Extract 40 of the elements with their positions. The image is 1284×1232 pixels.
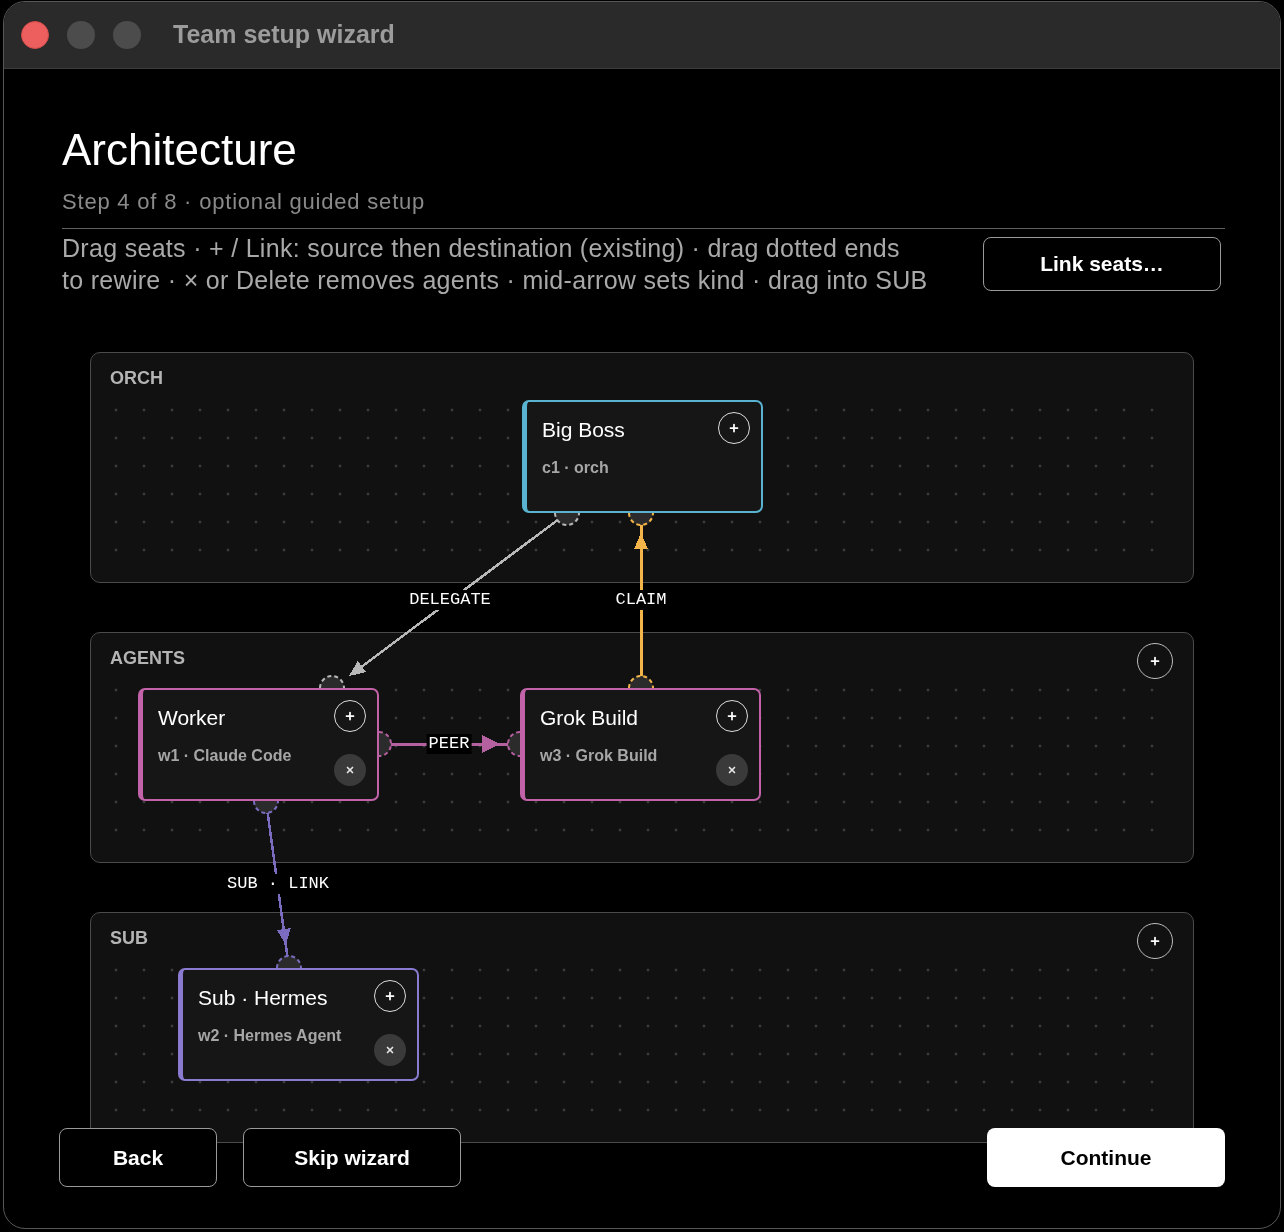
lane-label: ORCH — [110, 367, 163, 389]
seat-card[interactable]: Sub · Hermes w2 · Hermes Agent — [178, 968, 419, 1081]
edge-label: DELEGATE — [407, 590, 493, 610]
page-heading: Architecture — [62, 126, 297, 174]
x-icon — [345, 765, 355, 775]
skip-wizard-button[interactable]: Skip wizard — [243, 1128, 461, 1187]
plus-icon — [1149, 935, 1161, 947]
back-button[interactable]: Back — [59, 1128, 217, 1187]
plus-icon — [728, 422, 740, 434]
x-icon — [385, 1045, 395, 1055]
seat-subtitle: w1 · Claude Code — [158, 746, 292, 766]
plus-icon — [726, 710, 738, 722]
continue-button[interactable]: Continue — [987, 1128, 1225, 1187]
instructions-text: Drag seats · + / Link: source then destination (existing) · drag dotted ends to rewire · × or Delete removes agents · mid-arrow sets kind · drag into SUB — [62, 233, 928, 296]
seat-title: Worker — [158, 705, 226, 731]
remove-button[interactable] — [374, 1034, 406, 1066]
seat-title: Big Boss — [542, 417, 625, 443]
seat-subtitle: c1 · orch — [542, 458, 609, 478]
remove-button[interactable] — [334, 754, 366, 786]
seat-card[interactable]: Grok Build w3 · Grok Build — [520, 688, 761, 801]
lane-label: SUB — [110, 927, 148, 949]
link-seats-button[interactable]: Link seats… — [983, 237, 1221, 291]
seat-card[interactable]: Worker w1 · Claude Code — [138, 688, 379, 801]
window-title: Team setup wizard — [173, 19, 395, 51]
step-subtitle: Step 4 of 8 · optional guided setup — [62, 189, 426, 215]
edge-label: PEER — [426, 734, 472, 754]
edge-label: SUB · LINK — [225, 874, 331, 894]
plus-icon — [1149, 655, 1161, 667]
close-button[interactable] — [21, 21, 49, 49]
lane-label: AGENTS — [110, 647, 185, 669]
x-icon — [727, 765, 737, 775]
seat-card[interactable]: Big Boss c1 · orch — [522, 400, 763, 513]
edge-label: CLAIM — [613, 590, 669, 610]
seat-title: Sub · Hermes — [198, 985, 328, 1011]
remove-button[interactable] — [716, 754, 748, 786]
seat-subtitle: w2 · Hermes Agent — [198, 1026, 342, 1046]
plus-icon — [344, 710, 356, 722]
seat-subtitle: w3 · Grok Build — [540, 746, 658, 766]
plus-icon — [384, 990, 396, 1002]
seat-title: Grok Build — [540, 705, 639, 731]
